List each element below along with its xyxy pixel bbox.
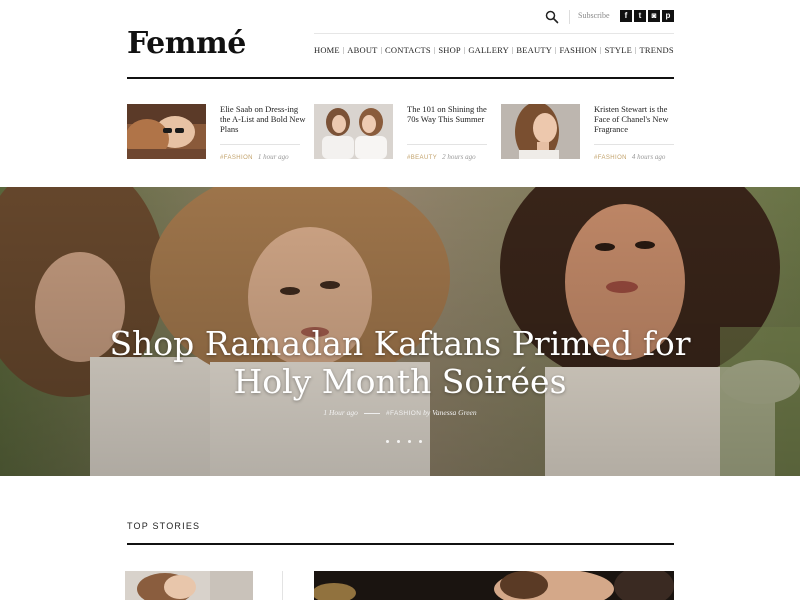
hero-title-line: Shop Ramadan Kaftans Primed for xyxy=(109,324,691,363)
story-divider xyxy=(282,571,283,600)
mini-post: Elie Saab on Dress-ing the A-List and Bo… xyxy=(127,104,305,162)
nav-separator xyxy=(555,46,557,54)
hero-meta: 1 Hour ago #FASHION by Vanessa Green xyxy=(200,408,600,417)
mini-post-time: 1 hour ago xyxy=(257,153,289,161)
mini-post-title[interactable]: Elie Saab on Dress-ing the A-List and Bo… xyxy=(220,104,306,134)
mini-post-category[interactable]: #FASHION xyxy=(594,155,627,161)
slider-dot[interactable] xyxy=(419,440,422,443)
nav-top-divider xyxy=(314,33,674,34)
hero-title-line: Holy Month Soirées xyxy=(233,362,567,401)
nav-item-fashion[interactable]: FASHION xyxy=(560,44,598,56)
twitter-icon[interactable]: t xyxy=(634,10,646,22)
hero-category[interactable]: #FASHION xyxy=(386,410,421,417)
pinterest-icon[interactable]: p xyxy=(662,10,674,22)
slider-pagination xyxy=(386,440,422,444)
nav-item-contacts[interactable]: CONTACTS xyxy=(385,44,431,56)
mini-post-time: 2 hours ago xyxy=(442,153,476,161)
nav-separator xyxy=(512,46,514,54)
nav-item-home[interactable]: HOME xyxy=(314,44,340,56)
subscribe-link[interactable]: Subscribe xyxy=(578,11,610,20)
mini-post-meta: #FASHION 4 hours ago xyxy=(594,153,665,161)
nav-separator xyxy=(464,46,466,54)
hero-meta-dash xyxy=(363,412,380,414)
nav-item-gallery[interactable]: GALLERY xyxy=(468,44,509,56)
hero-time: 1 Hour ago xyxy=(323,408,358,417)
mini-post-meta: #BEAUTY 2 hours ago xyxy=(407,153,476,161)
mini-post-meta: #FASHION 1 hour ago xyxy=(220,153,289,161)
slider-dot[interactable] xyxy=(397,440,400,443)
utility-divider xyxy=(569,10,570,24)
mini-post-title[interactable]: Kristen Stewart is the Face of Chanel's … xyxy=(594,104,680,134)
mini-post-image[interactable] xyxy=(501,104,580,159)
nav-separator xyxy=(380,46,382,54)
main-nav: HOME ABOUT CONTACTS SHOP GALLERY BEAUTY … xyxy=(314,44,674,56)
mini-post-title[interactable]: The 101 on Shining the 70s Way This Summ… xyxy=(407,104,493,124)
site-logo[interactable]: Femmé xyxy=(127,26,246,62)
mini-post-image[interactable] xyxy=(314,104,393,159)
slider-dot[interactable] xyxy=(408,440,411,443)
nav-item-beauty[interactable]: BEAUTY xyxy=(516,44,552,56)
header-rule xyxy=(127,77,674,79)
mini-post-category[interactable]: #FASHION xyxy=(220,155,253,161)
mini-post: The 101 on Shining the 70s Way This Summ… xyxy=(314,104,488,162)
nav-separator xyxy=(343,46,345,54)
nav-item-shop[interactable]: SHOP xyxy=(438,44,461,56)
slider-dot[interactable] xyxy=(386,440,389,443)
hero-author[interactable]: by Vanessa Green xyxy=(423,408,476,417)
story-image[interactable] xyxy=(314,571,674,600)
hero-slider[interactable]: Shop Ramadan Kaftans Primed for Holy Mon… xyxy=(0,187,800,476)
mini-post-divider xyxy=(407,144,487,145)
section-rule xyxy=(127,543,674,545)
search-icon[interactable] xyxy=(545,10,559,24)
nav-item-about[interactable]: ABOUT xyxy=(347,44,377,56)
mini-post-divider xyxy=(594,144,674,145)
nav-separator xyxy=(434,46,436,54)
mini-post-category[interactable]: #BEAUTY xyxy=(407,155,437,161)
nav-item-style[interactable]: STYLE xyxy=(605,44,632,56)
instagram-icon[interactable]: ◙ xyxy=(648,10,660,22)
hero-title[interactable]: Shop Ramadan Kaftans Primed for Holy Mon… xyxy=(60,325,740,401)
mini-post: Kristen Stewart is the Face of Chanel's … xyxy=(501,104,675,162)
facebook-icon[interactable]: f xyxy=(620,10,632,22)
nav-item-trends[interactable]: TRENDS xyxy=(640,44,674,56)
nav-separator xyxy=(635,46,637,54)
nav-separator xyxy=(600,46,602,54)
mini-post-time: 4 hours ago xyxy=(631,153,666,161)
mini-post-divider xyxy=(220,144,300,145)
story-image[interactable] xyxy=(125,571,253,600)
mini-post-image[interactable] xyxy=(127,104,206,159)
section-title: TOP STORIES xyxy=(127,521,201,531)
